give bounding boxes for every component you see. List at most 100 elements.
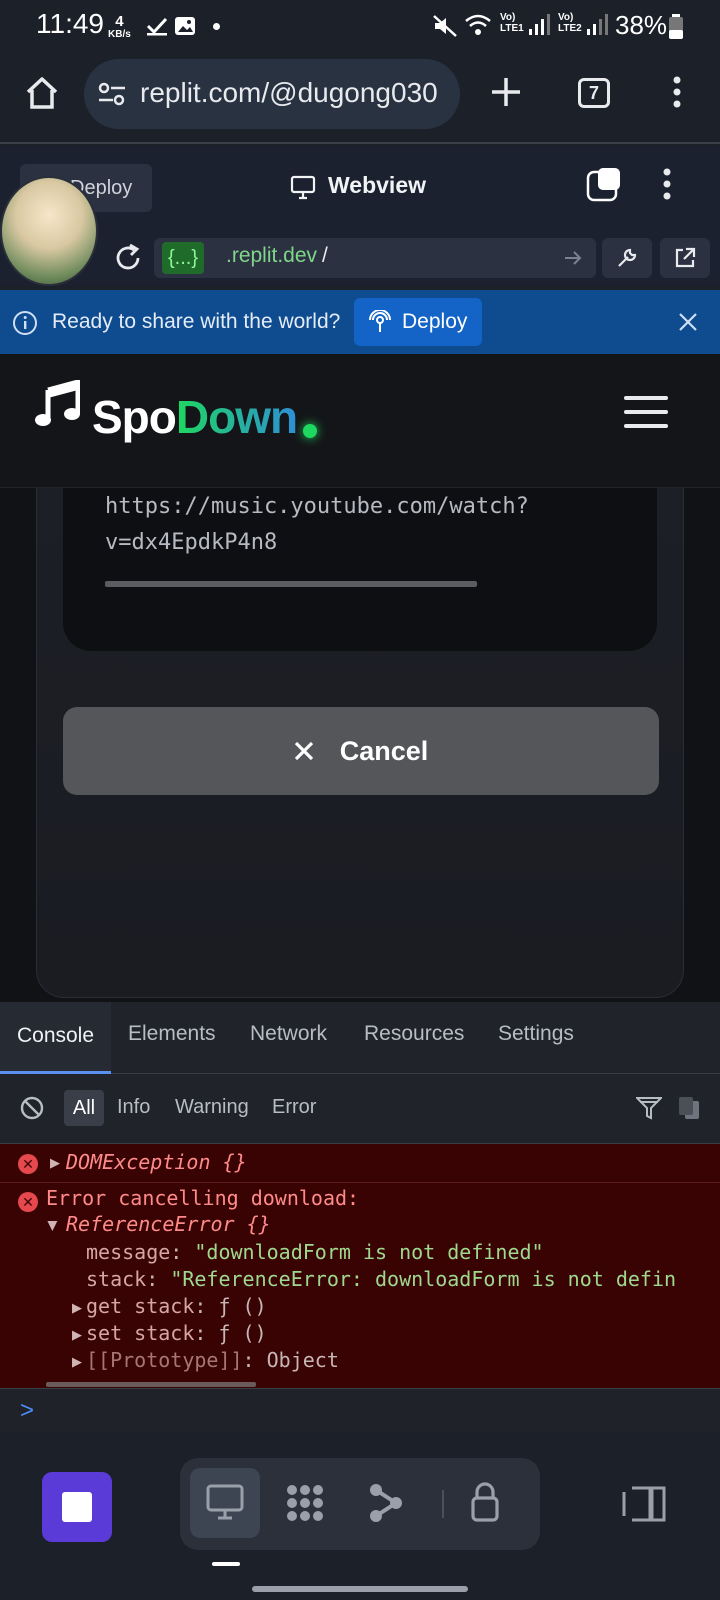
filter-all[interactable]: All bbox=[64, 1090, 104, 1126]
error-icon: ✕ bbox=[18, 1192, 38, 1212]
app-header: SpoDown bbox=[0, 354, 720, 488]
site-settings-icon[interactable] bbox=[98, 81, 126, 107]
hamburger-menu-icon[interactable] bbox=[624, 394, 668, 430]
tab-elements[interactable]: Elements bbox=[128, 1022, 216, 1046]
devtools-tabs: Console Elements Network Resources Setti… bbox=[0, 1002, 720, 1074]
clear-console-icon[interactable] bbox=[20, 1096, 44, 1120]
lock-icon[interactable] bbox=[470, 1480, 500, 1522]
sim2-label: Vo) LTE2 bbox=[558, 12, 582, 34]
window-layout-icon[interactable] bbox=[586, 166, 622, 202]
download-url: https://music.youtube.com/watch?v=dx4Epd… bbox=[105, 494, 529, 555]
close-x-icon bbox=[294, 741, 313, 761]
agent-tool-icon[interactable] bbox=[284, 1482, 326, 1524]
devtools-button[interactable] bbox=[602, 238, 652, 278]
info-icon bbox=[13, 311, 37, 335]
expand-triangle-icon[interactable]: ▶ bbox=[72, 1327, 82, 1343]
collapse-triangle-icon[interactable]: ▶ bbox=[45, 1221, 61, 1231]
filter-error[interactable]: Error bbox=[272, 1096, 316, 1119]
expand-triangle-icon[interactable]: ▶ bbox=[50, 1155, 60, 1171]
log-horizontal-scrollbar[interactable] bbox=[46, 1382, 256, 1387]
git-tool-icon[interactable] bbox=[368, 1482, 404, 1524]
message-value: "downloadForm is not defined" bbox=[194, 1240, 544, 1264]
tab-switcher-button[interactable]: 7 bbox=[578, 78, 610, 108]
external-link-icon bbox=[675, 247, 696, 268]
more-menu-icon[interactable] bbox=[672, 76, 682, 108]
expand-triangle-icon[interactable]: ▶ bbox=[72, 1354, 82, 1370]
log-get-stack-row[interactable]: get stack: ƒ () bbox=[86, 1294, 267, 1318]
url-path[interactable]: / bbox=[322, 244, 328, 268]
status-time: 11:49 bbox=[36, 8, 104, 39]
address-bar[interactable]: replit.com/@dugong030 bbox=[84, 59, 460, 129]
go-arrow-icon[interactable] bbox=[564, 250, 582, 266]
stop-button[interactable] bbox=[42, 1472, 112, 1542]
network-speed-unit: KB/s bbox=[108, 29, 131, 40]
console-prompt-icon: > bbox=[20, 1397, 35, 1424]
log-message-row: message: "downloadForm is not defined" bbox=[86, 1240, 544, 1264]
cancel-label: Cancel bbox=[339, 736, 429, 766]
webview-header: Deploy Webview {...} .replit.dev / bbox=[0, 146, 720, 286]
url-domain: .replit.dev bbox=[226, 244, 318, 267]
signal-sim2-icon bbox=[587, 14, 608, 35]
banner-text: Ready to share with the world? bbox=[52, 310, 341, 333]
stop-icon bbox=[62, 1492, 92, 1522]
copy-icon[interactable] bbox=[678, 1096, 700, 1120]
logo[interactable]: SpoDown bbox=[92, 390, 298, 444]
log-reference-error[interactable]: ReferenceError {} bbox=[66, 1212, 271, 1236]
webview-more-icon[interactable] bbox=[662, 168, 672, 200]
gallery-icon bbox=[175, 17, 195, 35]
banner-deploy-button[interactable]: Deploy bbox=[354, 298, 482, 346]
browser-toolbar: replit.com/@dugong030 7 bbox=[0, 52, 720, 144]
webview-url-bar[interactable]: {...} .replit.dev / bbox=[154, 238, 596, 278]
devtools-panel: Console Elements Network Resources Setti… bbox=[0, 1002, 720, 1432]
address-url[interactable]: replit.com/@dugong030 bbox=[140, 77, 438, 109]
url-domain-tag: {...} bbox=[162, 242, 205, 274]
tab-network[interactable]: Network bbox=[250, 1022, 327, 1046]
music-note-icon bbox=[35, 380, 80, 426]
deploy-banner: Ready to share with the world? Deploy bbox=[0, 290, 720, 354]
tool-switcher bbox=[180, 1458, 540, 1550]
filter-funnel-icon[interactable] bbox=[636, 1096, 662, 1120]
home-icon[interactable] bbox=[24, 76, 60, 110]
avatar[interactable] bbox=[0, 176, 98, 286]
tool-divider bbox=[442, 1490, 444, 1518]
battery-icon bbox=[669, 14, 683, 39]
active-tool-indicator bbox=[212, 1562, 240, 1566]
expand-triangle-icon[interactable]: ▶ bbox=[72, 1300, 82, 1316]
error-icon: ✕ bbox=[18, 1154, 38, 1174]
new-tab-icon[interactable] bbox=[490, 76, 522, 108]
log-stack-row: stack: "ReferenceError: downloadForm is … bbox=[86, 1267, 677, 1291]
panel-toggle-icon[interactable] bbox=[622, 1484, 666, 1524]
tab-resources[interactable]: Resources bbox=[364, 1022, 464, 1046]
download-info-panel: https://music.youtube.com/watch?v=dx4Epd… bbox=[63, 475, 657, 651]
filter-info[interactable]: Info bbox=[117, 1096, 150, 1119]
status-bar: 11:49 4 KB/s Vo) LTE1 Vo) LTE2 38% bbox=[0, 0, 720, 52]
gesture-navigation-bar[interactable] bbox=[252, 1586, 468, 1592]
open-external-button[interactable] bbox=[660, 238, 710, 278]
banner-deploy-label: Deploy bbox=[402, 310, 468, 333]
filter-warning[interactable]: Warning bbox=[175, 1096, 249, 1119]
reload-icon[interactable] bbox=[112, 242, 144, 274]
replit-bottom-bar bbox=[0, 1432, 720, 1600]
console-input[interactable]: > bbox=[0, 1388, 720, 1432]
mute-icon bbox=[433, 15, 457, 37]
sim1-label: Vo) LTE1 bbox=[500, 12, 524, 34]
wifi-icon bbox=[465, 14, 491, 35]
log-separator bbox=[0, 1182, 720, 1183]
tab-settings[interactable]: Settings bbox=[498, 1022, 574, 1046]
tab-console[interactable]: Console bbox=[0, 1002, 111, 1074]
log-set-stack-row[interactable]: set stack: ƒ () bbox=[86, 1321, 267, 1345]
cancel-button[interactable]: Cancel bbox=[63, 707, 659, 795]
battery-percent: 38% bbox=[615, 10, 668, 40]
message-key: message bbox=[86, 1240, 171, 1264]
network-speed-value: 4 bbox=[115, 13, 124, 30]
logo-dot bbox=[303, 424, 317, 438]
stack-key: stack bbox=[86, 1267, 147, 1291]
stack-value: "ReferenceError: downloadForm is not def… bbox=[170, 1267, 677, 1291]
deploy-icon bbox=[369, 310, 391, 332]
close-icon[interactable] bbox=[678, 312, 698, 332]
log-entry-domexception[interactable]: DOMException {} bbox=[66, 1150, 247, 1174]
console-filters: All Info Warning Error bbox=[0, 1074, 720, 1144]
wrench-icon bbox=[618, 248, 637, 267]
webview-tool-button[interactable] bbox=[190, 1468, 260, 1538]
log-prototype-row[interactable]: [[Prototype]]: Object bbox=[86, 1348, 339, 1372]
